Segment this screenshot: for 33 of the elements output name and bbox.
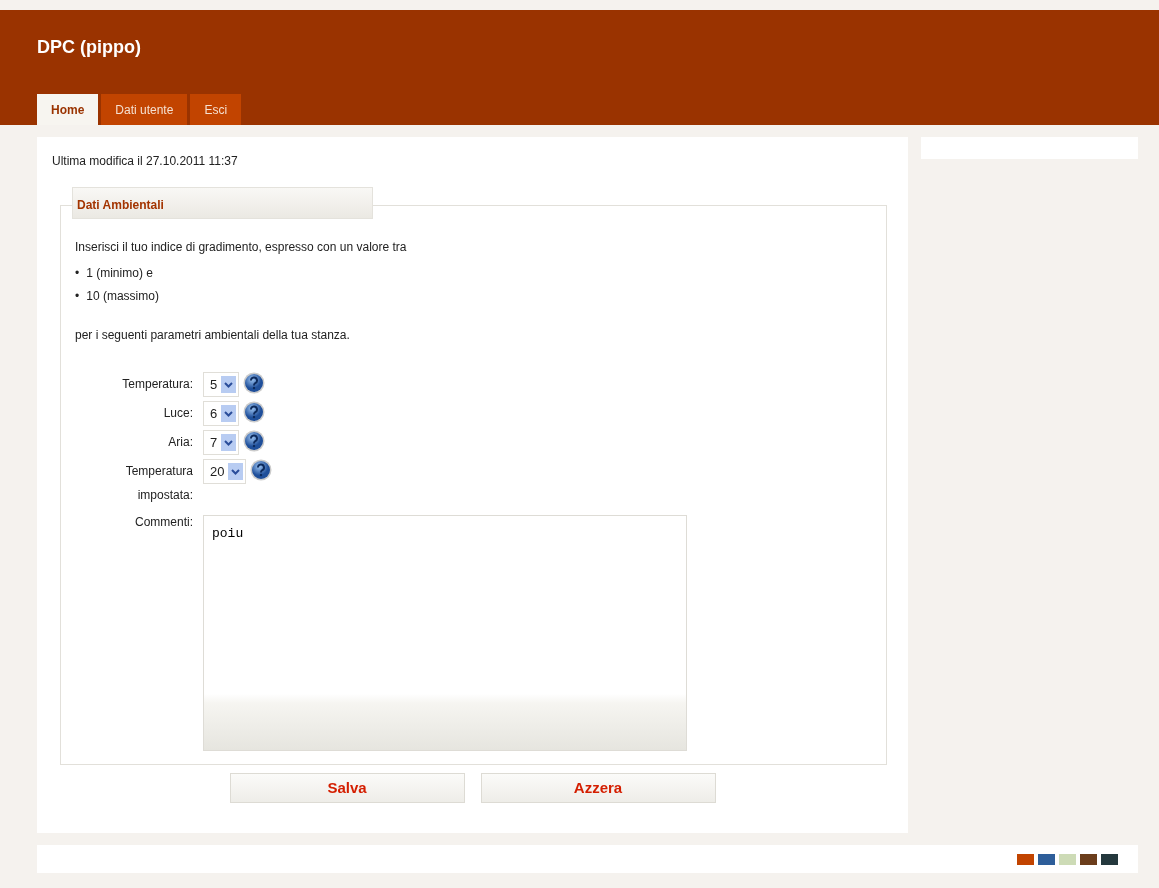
value-select[interactable]: 20 <box>203 459 247 484</box>
bullet-item: 1 (minimo) e <box>86 265 153 282</box>
nav-tab[interactable]: Dati utente <box>101 94 188 125</box>
field-label: Commenti: <box>134 515 193 531</box>
theme-swatch[interactable] <box>1038 853 1055 865</box>
theme-swatch[interactable] <box>1059 853 1076 865</box>
outro-text: per i seguenti parametri ambientali della tua stanza. <box>75 327 351 344</box>
value-select[interactable]: 6 <box>203 401 240 426</box>
bullet-item: 10 (massimo) <box>86 288 159 305</box>
help-icon[interactable] <box>243 372 266 394</box>
site-title: DPC (pippo) <box>37 36 141 59</box>
help-icon[interactable] <box>243 401 266 423</box>
intro-text: Inserisci il tuo indice di gradimento, espresso con un valore tra <box>75 239 408 256</box>
theme-swatch[interactable] <box>1101 853 1118 865</box>
fieldset-legend: Dati Ambientali <box>72 187 373 219</box>
field-label: Temperatura: <box>121 376 193 393</box>
field-label: Aria: <box>167 434 193 451</box>
form-button[interactable]: Salva <box>229 773 465 803</box>
bullet-marker: • <box>75 265 80 282</box>
theme-swatch[interactable] <box>1017 853 1034 865</box>
last-modified-text: Ultima modifica il 27.10.2011 11:37 <box>52 153 239 170</box>
field-label: Temperatura impostata: <box>124 463 193 504</box>
form-button[interactable]: Azzera <box>480 773 716 803</box>
value-select[interactable]: 7 <box>203 430 240 455</box>
help-icon[interactable] <box>250 459 273 481</box>
comments-field[interactable]: poiu <box>203 515 687 751</box>
help-icon[interactable] <box>243 430 266 452</box>
value-select[interactable]: 5 <box>203 372 240 397</box>
nav-tab[interactable]: Home <box>37 94 99 125</box>
field-label: Luce: <box>162 405 193 422</box>
bullet-marker: • <box>75 288 80 305</box>
theme-swatch[interactable] <box>1080 853 1097 865</box>
nav-tab[interactable]: Esci <box>190 94 242 125</box>
